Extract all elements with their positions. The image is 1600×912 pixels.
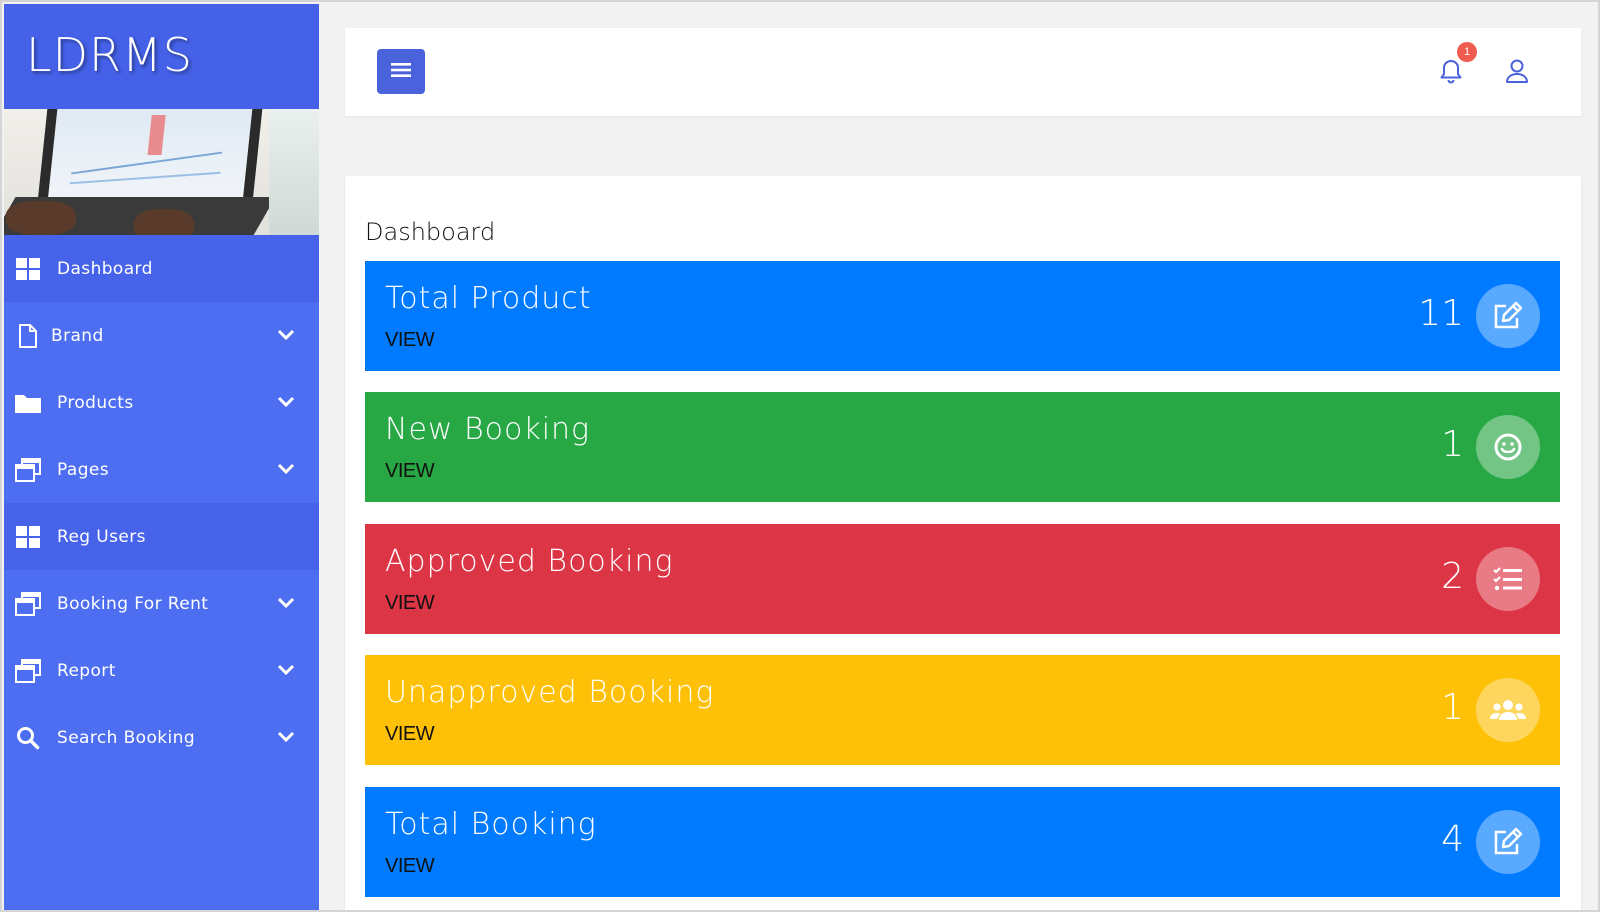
stat-title: Approved Booking — [385, 544, 674, 579]
stat-count: 1 — [1441, 424, 1464, 465]
sidebar-item-label: Brand — [51, 325, 104, 346]
grid-icon — [15, 256, 41, 282]
sidebar-hero-image — [4, 109, 319, 235]
windows-icon — [15, 591, 41, 617]
stat-count: 11 — [1418, 293, 1464, 334]
menu-icon — [391, 62, 411, 82]
search-icon — [15, 725, 41, 751]
sidebar-item-products[interactable]: Products — [4, 369, 319, 436]
edit-icon — [1476, 284, 1540, 348]
notifications-button[interactable] — [1439, 58, 1463, 88]
smile-icon — [1476, 415, 1540, 479]
stat-title: Unapproved Booking — [385, 675, 715, 710]
sidebar-item-label: Pages — [57, 459, 110, 480]
bell-icon — [1439, 60, 1463, 88]
view-link[interactable]: VIEW — [385, 723, 435, 746]
top-bar: 1 — [345, 28, 1581, 116]
chevron-down-icon — [277, 326, 295, 345]
sidebar-item-brand[interactable]: Brand — [4, 302, 319, 369]
notification-badge: 1 — [1457, 42, 1477, 62]
sidebar: LDRMS Dashboard Brand Products Pages Reg… — [4, 4, 319, 910]
stat-title: Total Booking — [385, 807, 597, 842]
list-icon — [1476, 547, 1540, 611]
folder-icon — [15, 390, 41, 416]
sidebar-item-label: Dashboard — [57, 258, 153, 279]
sidebar-item-label: Report — [57, 660, 116, 681]
stat-count: 1 — [1441, 687, 1464, 728]
view-link[interactable]: VIEW — [385, 460, 435, 483]
users-icon — [1476, 678, 1540, 742]
stat-count: 2 — [1441, 556, 1464, 597]
sidebar-item-label: Products — [57, 392, 134, 413]
edit-icon — [1476, 810, 1540, 874]
stat-card-total-booking: Total Booking VIEW 4 — [365, 787, 1560, 897]
grid-icon — [15, 524, 41, 550]
sidebar-item-label: Reg Users — [57, 526, 146, 547]
sidebar-item-search-booking[interactable]: Search Booking — [4, 704, 319, 771]
sidebar-item-dashboard[interactable]: Dashboard — [4, 235, 319, 302]
view-link[interactable]: VIEW — [385, 592, 435, 615]
sidebar-item-reg-users[interactable]: Reg Users — [4, 503, 319, 570]
stat-title: New Booking — [385, 412, 591, 447]
view-link[interactable]: VIEW — [385, 855, 435, 878]
sidebar-item-report[interactable]: Report — [4, 637, 319, 704]
brand-name: LDRMS — [26, 28, 193, 82]
chevron-down-icon — [277, 460, 295, 479]
sidebar-item-label: Booking For Rent — [57, 593, 209, 614]
document-icon — [15, 323, 41, 349]
brand-logo[interactable]: LDRMS — [4, 4, 319, 109]
chevron-down-icon — [277, 661, 295, 680]
stat-card-approved-booking: Approved Booking VIEW 2 — [365, 524, 1560, 634]
view-link[interactable]: VIEW — [385, 329, 435, 352]
stat-count: 4 — [1441, 819, 1464, 860]
windows-icon — [15, 658, 41, 684]
sidebar-item-pages[interactable]: Pages — [4, 436, 319, 503]
dashboard-panel: Dashboard Total Product VIEW 11 New Book… — [345, 176, 1581, 910]
user-menu-button[interactable] — [1505, 58, 1529, 88]
stat-title: Total Product — [385, 281, 592, 316]
stat-card-total-product: Total Product VIEW 11 — [365, 261, 1560, 371]
sidebar-item-booking-for-rent[interactable]: Booking For Rent — [4, 570, 319, 637]
user-icon — [1505, 59, 1529, 88]
stat-card-new-booking: New Booking VIEW 1 — [365, 392, 1560, 502]
sidebar-nav: Dashboard Brand Products Pages Reg Users… — [4, 235, 319, 771]
chevron-down-icon — [277, 594, 295, 613]
stat-card-unapproved-booking: Unapproved Booking VIEW 1 — [365, 655, 1560, 765]
chevron-down-icon — [277, 728, 295, 747]
windows-icon — [15, 457, 41, 483]
sidebar-item-label: Search Booking — [57, 727, 196, 748]
chevron-down-icon — [277, 393, 295, 412]
app-window: LDRMS Dashboard Brand Products Pages Reg… — [0, 0, 1600, 912]
menu-toggle-button[interactable] — [377, 49, 425, 94]
page-title: Dashboard — [365, 218, 496, 246]
